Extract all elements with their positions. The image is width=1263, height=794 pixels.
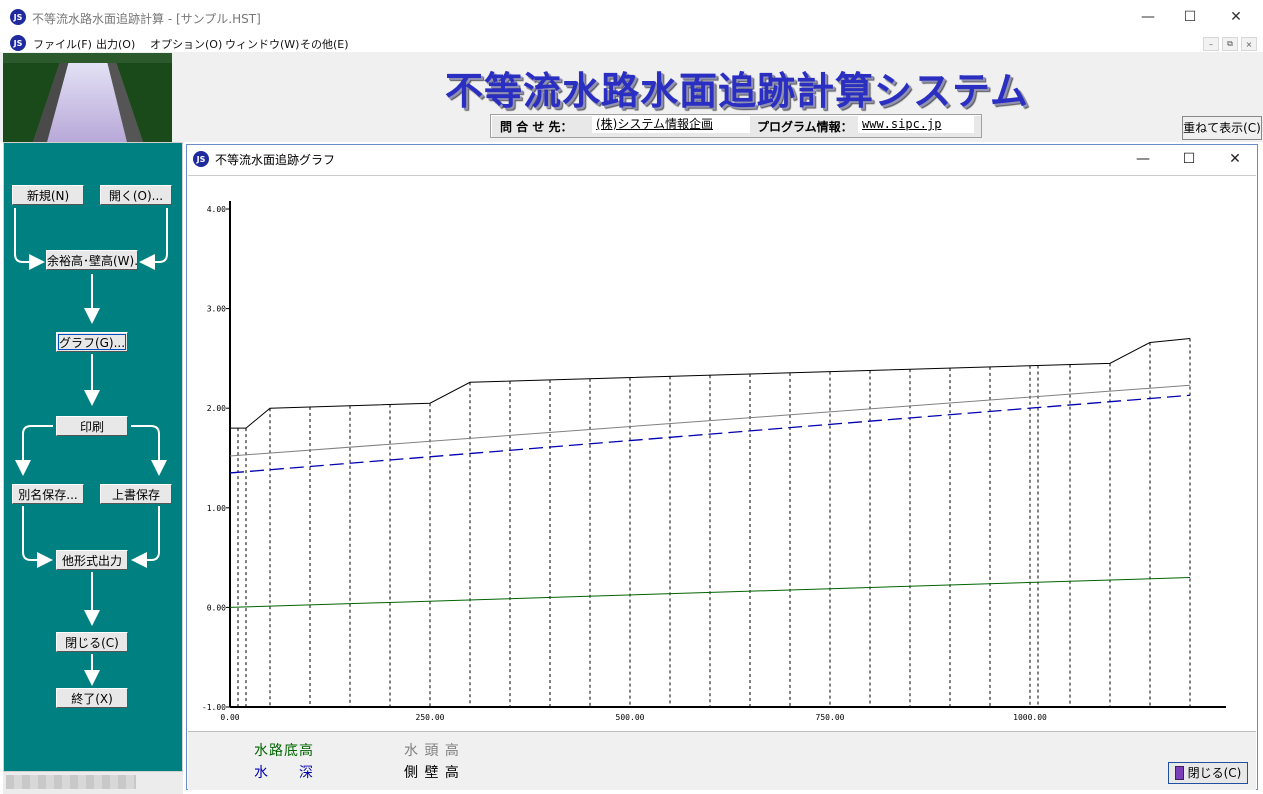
legend-bed: 水路底高 (254, 743, 314, 759)
status-text-blurred (6, 775, 136, 789)
save-as-button[interactable]: 別名保存... (12, 484, 84, 504)
graph-minimize-button[interactable]: — (1120, 145, 1166, 173)
legend-depth: 水 深 (254, 765, 314, 781)
graph-window-icon[interactable]: JS (193, 151, 209, 167)
close-graph-button[interactable]: 閉じる(C) (1168, 762, 1248, 784)
door-icon (1174, 766, 1184, 780)
program-link[interactable]: www.sipc.jp (858, 116, 974, 133)
mdi-minimize-button[interactable]: – (1203, 37, 1219, 51)
graph-title-bar (187, 145, 1257, 173)
stack-windows-button[interactable]: 重ねて表示(C) (1182, 116, 1262, 140)
graph-window-title: 不等流水面追跡グラフ (215, 153, 336, 167)
canal-image (3, 53, 172, 142)
flow-arrows (14, 208, 168, 686)
water-surface-chart: 4.003.002.001.000.00-1.000.00 250.00 500.0… (202, 201, 1226, 722)
new-button[interactable]: 新規(N) (12, 185, 84, 205)
x-tick-label: 500.00 (616, 713, 645, 722)
freeboard-button[interactable]: 余裕高･壁高(W)... (46, 250, 138, 270)
export-button[interactable]: 他形式出力 (56, 550, 128, 570)
legend-area (188, 731, 1256, 790)
menu-options[interactable]: オプション(O) (150, 36, 222, 52)
overwrite-save-button[interactable]: 上書保存 (100, 484, 172, 504)
x-tick-label: 250.00 (416, 713, 445, 722)
maximize-button[interactable]: ☐ (1167, 0, 1213, 34)
x-tick-label: 750.00 (816, 713, 845, 722)
close-file-button[interactable]: 閉じる(C) (56, 632, 128, 652)
program-label: プログラム情報： (757, 120, 853, 134)
y-tick-label: 3.00 (207, 305, 226, 314)
y-tick-label: -1.00 (202, 703, 226, 712)
y-tick-label: 1.00 (207, 504, 226, 513)
contact-label: 問 合 せ 先： (500, 120, 573, 134)
app-icon[interactable]: JS (10, 9, 26, 25)
plot-area: 4.00 3.00 2.00 1.00 0.00 -1.00 0.00 250.00 500.0… (188, 175, 1256, 731)
legend-head: 水 頭 高 (404, 743, 460, 759)
x-tick-label: 0.00 (220, 713, 239, 722)
y-tick-label: 4.00 (207, 205, 226, 214)
y-tick-label: 0.00 (207, 603, 226, 612)
system-title: 不等流水路水面追跡計算システム (445, 69, 1029, 113)
mdi-child-icon[interactable]: JS (10, 35, 26, 51)
contact-link[interactable]: (株)システム情報企画 (592, 116, 750, 133)
legend-wall: 側 壁 高 (404, 765, 460, 781)
exit-button[interactable]: 終了(X) (56, 688, 128, 708)
mdi-restore-button[interactable]: ⧉ (1222, 37, 1238, 51)
x-tick-label: 1000.00 (1013, 713, 1047, 722)
close-graph-label: 閉じる(C) (1187, 766, 1242, 780)
y-tick-label: 2.00 (207, 404, 226, 413)
window-title: 不等流水路水面追跡計算 - [サンプル.HST] (32, 12, 261, 26)
graph-button[interactable]: グラフ(G)... (56, 332, 128, 352)
print-button[interactable]: 印刷 (56, 416, 128, 436)
menu-other[interactable]: その他(E) (300, 36, 349, 52)
minimize-button[interactable]: — (1125, 0, 1171, 34)
mdi-close-button[interactable]: × (1241, 37, 1257, 51)
open-button[interactable]: 開く(O)... (100, 185, 172, 205)
close-button[interactable]: ✕ (1213, 0, 1259, 34)
menu-output[interactable]: 出力(O) (96, 36, 135, 52)
menu-file[interactable]: ファイル(F) (33, 36, 92, 52)
graph-close-button[interactable]: ✕ (1212, 145, 1258, 173)
graph-maximize-button[interactable]: ☐ (1166, 145, 1212, 173)
menu-window[interactable]: ウィンドウ(W) (225, 36, 299, 52)
